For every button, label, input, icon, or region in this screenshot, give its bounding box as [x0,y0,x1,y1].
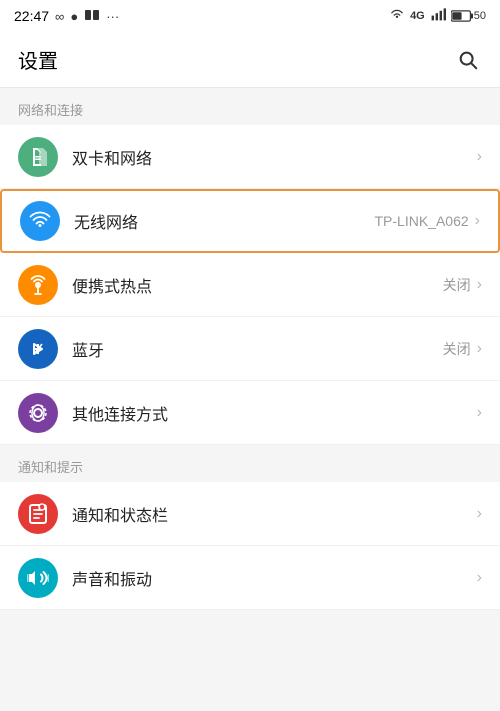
section-label-network: 网络和连接 [0,88,500,125]
search-button[interactable] [454,46,482,74]
sound-vibrate-label: 声音和振动 [72,566,477,590]
settings-item-other-connections[interactable]: 其他连接方式 › [0,381,500,445]
bluetooth-icon [18,329,58,369]
other-connections-label: 其他连接方式 [72,401,477,425]
hotspot-label: 便携式热点 [72,273,443,297]
status-right: 4G 50 [389,7,486,26]
notification-bar-label: 通知和状态栏 [72,502,477,526]
chevron-icon: › [477,340,482,358]
bluetooth-label: 蓝牙 [72,337,443,361]
svg-text:!: ! [40,505,41,510]
page-title: 设置 [18,45,58,74]
settings-list: 网络和连接 双卡和网络 › 无线网络 TP-LINK_A062 › [0,88,500,610]
settings-item-notification-bar[interactable]: ! 通知和状态栏 › [0,482,500,546]
battery-percent: 50 [474,10,486,22]
settings-item-sound-vibrate[interactable]: 声音和振动 › [0,546,500,610]
infinity-icon: ∞ [55,9,64,24]
other-connections-icon [18,393,58,433]
dots-icon: ··· [106,9,119,24]
dual-sim-icon [18,137,58,177]
wifi-label: 无线网络 [74,209,375,233]
settings-item-wifi[interactable]: 无线网络 TP-LINK_A062 › [0,189,500,253]
chevron-icon: › [477,276,482,294]
chevron-icon: › [475,212,480,230]
dual-sim-label: 双卡和网络 [72,145,477,169]
chevron-icon: › [477,505,482,523]
hotspot-status: 关闭 [443,275,471,295]
signal-icon [84,8,100,25]
bluetooth-status: 关闭 [443,339,471,359]
wifi-network-name: TP-LINK_A062 [375,213,469,229]
battery-icon: 50 [451,10,486,22]
wifi-status-icon [389,7,405,26]
status-bar: 22:47 ∞ ● ··· 4G [0,0,500,32]
settings-item-hotspot[interactable]: 便携式热点 关闭 › [0,253,500,317]
chevron-icon: › [477,148,482,166]
settings-item-dual-sim[interactable]: 双卡和网络 › [0,125,500,189]
sound-vibrate-icon [18,558,58,598]
chevron-icon: › [477,569,482,587]
settings-item-bluetooth[interactable]: 蓝牙 关闭 › [0,317,500,381]
notification-bar-icon: ! [18,494,58,534]
hotspot-icon [18,265,58,305]
status-time: 22:47 [14,8,49,24]
chevron-icon: › [477,404,482,422]
status-left: 22:47 ∞ ● ··· [14,8,119,25]
4g-icon: 4G [410,10,425,22]
section-label-notifications: 通知和提示 [0,445,500,482]
app-header: 设置 [0,32,500,88]
message-icon: ● [70,9,78,24]
signal-bars-icon [430,7,446,26]
wifi-icon [20,201,60,241]
